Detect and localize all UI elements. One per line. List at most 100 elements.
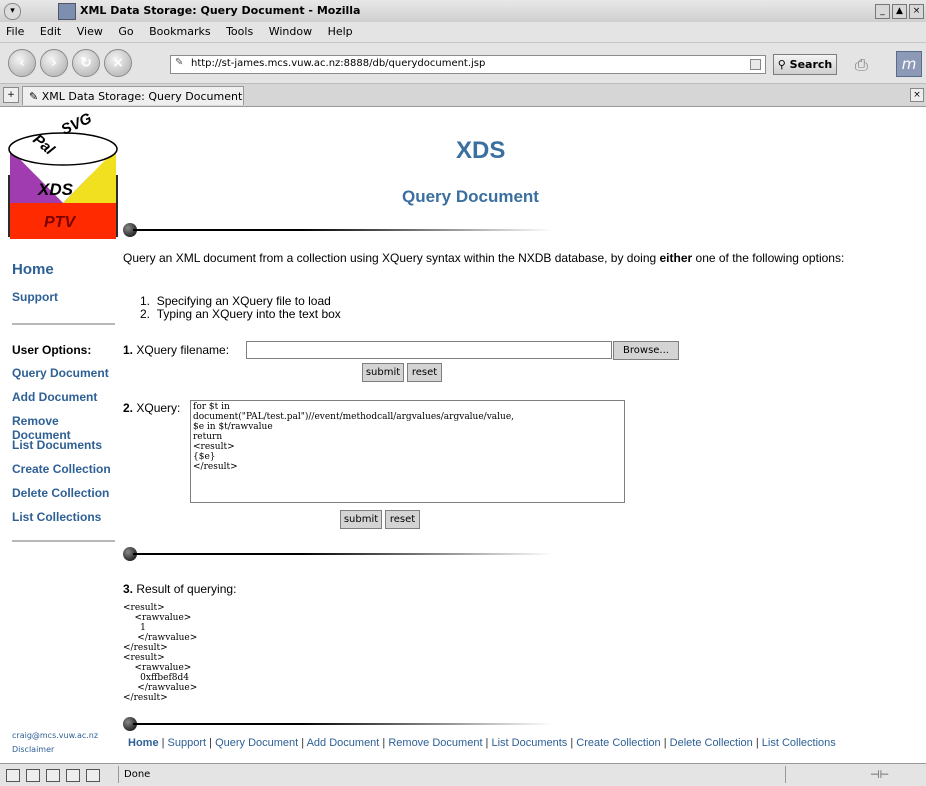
step-label: XQuery: [133, 401, 181, 415]
step-label: XQuery filename: [133, 343, 230, 357]
options-list: 1. Specifying an XQuery file to load 2. … [140, 295, 341, 321]
page-content: Pal SVG XDS PTV Home Support User Option… [0, 107, 926, 763]
page-subtitle: Query Document [402, 187, 539, 206]
section-divider [123, 717, 553, 731]
footer-link-delete-collection[interactable]: Delete Collection [670, 737, 753, 749]
sidebar-item-list-collections[interactable]: List Collections [12, 510, 101, 524]
xds-logo: Pal SVG XDS PTV [8, 110, 118, 239]
sidebar-item-create-collection[interactable]: Create Collection [12, 462, 111, 476]
option-item-text: Specifying an XQuery file to load [156, 294, 331, 308]
option-item: 2. Typing an XQuery into the text box [140, 307, 341, 321]
sidebar-home-link[interactable]: Home [12, 261, 54, 278]
step-label: Result of querying: [133, 582, 237, 596]
back-icon[interactable]: ‹ [8, 49, 36, 77]
status-text: Done [124, 769, 151, 780]
footer-link-support[interactable]: Support [168, 737, 207, 749]
divider-line [133, 553, 553, 555]
mail-icon[interactable] [26, 769, 40, 782]
status-bar: Done ⊣⊢ [0, 763, 926, 786]
menu-tools[interactable]: Tools [220, 22, 259, 38]
divider-line [133, 723, 553, 725]
user-options-label: User Options: [12, 343, 92, 357]
logo-xds: XDS [37, 180, 74, 199]
footer-link-query-document[interactable]: Query Document [215, 737, 298, 749]
footer-link-add-document[interactable]: Add Document [307, 737, 380, 749]
sidebar-divider [12, 323, 115, 325]
step-number: 2. [123, 401, 134, 415]
stop-icon[interactable]: × [104, 49, 132, 77]
composer-icon[interactable] [46, 769, 60, 782]
reload-icon[interactable]: ↻ [72, 49, 100, 77]
navigator-icon[interactable] [6, 769, 20, 782]
sidebar-item-add-document[interactable]: Add Document [12, 390, 97, 404]
xquery-label: 2. XQuery: [123, 401, 180, 415]
footer-link-home[interactable]: Home [128, 737, 159, 749]
query-reset-button[interactable]: reset [385, 510, 420, 529]
menu-bar: File Edit View Go Bookmarks Tools Window… [0, 22, 926, 43]
menu-help[interactable]: Help [322, 22, 359, 38]
url-bar[interactable]: ✎ http://st-james.mcs.vuw.ac.nz:8888/db/… [170, 55, 766, 74]
new-tab-icon[interactable]: + [3, 87, 19, 103]
status-divider [785, 766, 786, 783]
menu-bookmarks[interactable]: Bookmarks [143, 22, 216, 38]
window-menu-button[interactable]: ▾ [4, 3, 21, 20]
file-submit-button[interactable]: submit [362, 363, 404, 382]
xquery-filename-input[interactable] [246, 341, 612, 359]
intro-text-end: one of the following options: [692, 251, 845, 265]
status-divider [118, 766, 119, 783]
menu-file[interactable]: File [0, 22, 30, 38]
step-number: 3. [123, 582, 134, 596]
step-number: 1. [123, 343, 134, 357]
browse-button[interactable]: Browse... [613, 341, 679, 360]
divider-line [133, 229, 553, 231]
option-item-text: Typing an XQuery into the text box [156, 307, 341, 321]
intro-text-start: Query an XML document from a collection … [123, 251, 660, 265]
title-bar: ▾ XML Data Storage: Query Document - Moz… [0, 0, 926, 23]
disclaimer-link[interactable]: Disclaimer [12, 745, 54, 754]
tab-bar: + ✎ XML Data Storage: Query Document × [0, 84, 926, 107]
sidebar-support-link[interactable]: Support [12, 290, 58, 304]
menu-edit[interactable]: Edit [34, 22, 67, 38]
page-icon: ✎ [175, 57, 184, 68]
forward-icon[interactable]: › [40, 49, 68, 77]
contact-email-link[interactable]: craig@mcs.vuw.ac.nz [12, 731, 98, 740]
query-result-output: <result> <rawvalue> 1 </rawvalue> </resu… [123, 603, 198, 703]
window-title: XML Data Storage: Query Document - Mozil… [80, 4, 361, 17]
navigation-toolbar: ‹ › ↻ × ✎ http://st-james.mcs.vuw.ac.nz:… [0, 43, 926, 84]
footer-link-list-collections[interactable]: List Collections [762, 737, 836, 749]
section-divider [123, 223, 553, 237]
sidebar-item-query-document[interactable]: Query Document [12, 366, 109, 380]
address-book-icon[interactable] [66, 769, 80, 782]
footer-link-create-collection[interactable]: Create Collection [576, 737, 660, 749]
sidebar: Pal SVG XDS PTV Home Support User Option… [0, 107, 118, 763]
maximize-button[interactable]: ▲ [892, 4, 907, 19]
xquery-filename-label: 1. XQuery filename: [123, 343, 229, 357]
search-icon: ⚲ [777, 58, 786, 71]
chat-icon[interactable] [86, 769, 100, 782]
footer-link-list-documents[interactable]: List Documents [491, 737, 567, 749]
sidebar-item-delete-collection[interactable]: Delete Collection [12, 486, 109, 500]
close-tab-icon[interactable]: × [910, 88, 924, 102]
section-divider [123, 547, 553, 561]
menu-window[interactable]: Window [263, 22, 318, 38]
footer-nav: Home | Support | Query Document | Add Do… [128, 737, 836, 749]
close-button[interactable]: × [909, 4, 924, 19]
footer-link-remove-document[interactable]: Remove Document [388, 737, 482, 749]
search-button[interactable]: ⚲ Search [773, 54, 837, 75]
connection-icon: ⊣⊢ [870, 768, 890, 781]
throbber-icon: m [896, 51, 922, 77]
minimize-button[interactable]: _ [875, 4, 890, 19]
url-dropdown-icon[interactable] [750, 59, 761, 70]
intro-text: Query an XML document from a collection … [123, 252, 883, 265]
menu-go[interactable]: Go [112, 22, 139, 38]
page-title: XDS [456, 137, 506, 164]
query-submit-button[interactable]: submit [340, 510, 382, 529]
file-reset-button[interactable]: reset [407, 363, 442, 382]
intro-emphasis: either [659, 251, 693, 265]
menu-view[interactable]: View [71, 22, 109, 38]
print-icon[interactable]: ⎙ [855, 55, 868, 75]
tab-query-document[interactable]: ✎ XML Data Storage: Query Document [22, 86, 244, 105]
xquery-textarea[interactable]: for $t in document("PAL/test.pal")//even… [190, 400, 625, 503]
sidebar-item-list-documents[interactable]: List Documents [12, 438, 102, 452]
tab-label: XML Data Storage: Query Document [41, 90, 243, 103]
